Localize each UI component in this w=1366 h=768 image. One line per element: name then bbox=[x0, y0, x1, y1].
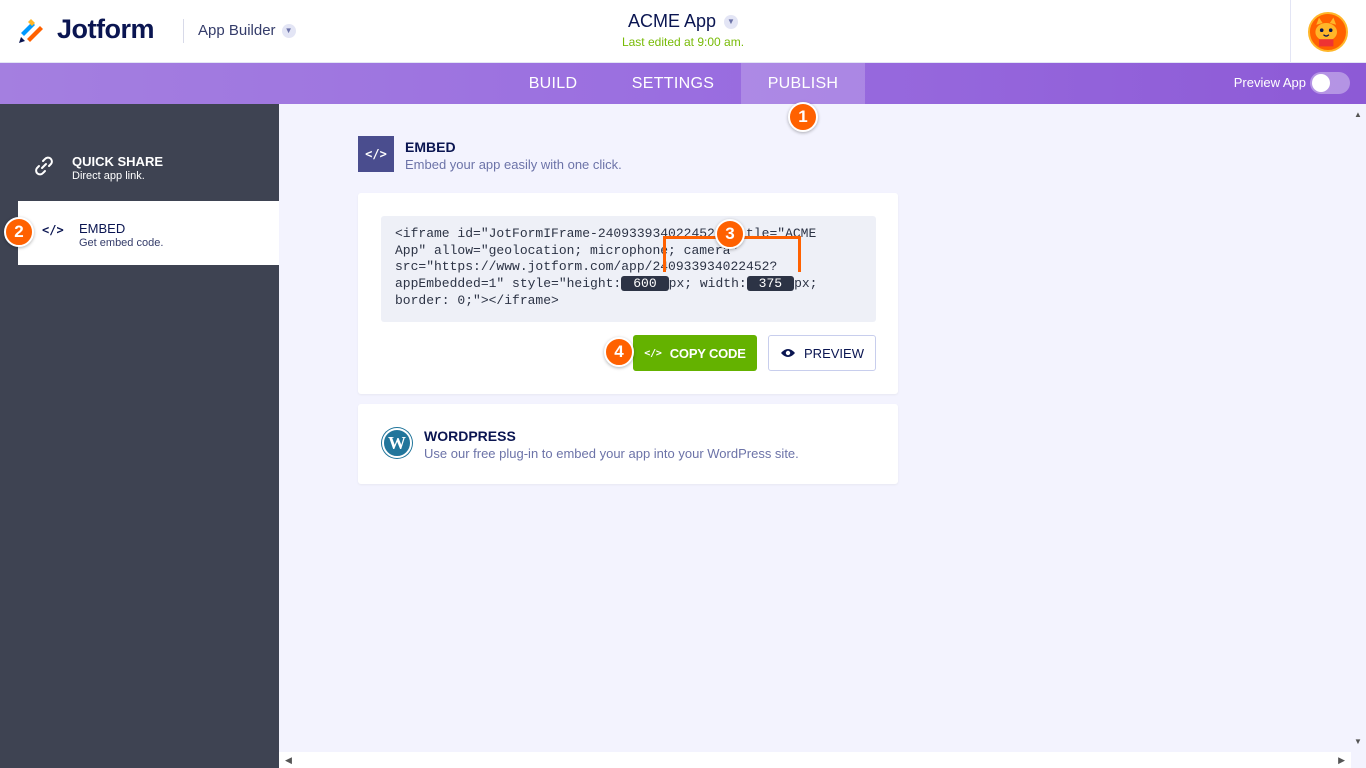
height-input[interactable]: 600 bbox=[621, 276, 669, 292]
sidebar-item-subtitle: Direct app link. bbox=[72, 170, 145, 182]
avatar[interactable] bbox=[1308, 12, 1348, 52]
copy-code-label: COPY CODE bbox=[669, 345, 746, 361]
tab-build[interactable]: BUILD bbox=[512, 63, 594, 104]
app-name: ACME App bbox=[627, 11, 717, 31]
eye-icon bbox=[781, 349, 796, 357]
tab-settings[interactable]: SETTINGS bbox=[618, 63, 728, 104]
app-title-block: ACME App ▼ Last edited at 9:00 am. bbox=[0, 11, 1366, 49]
code-icon: </> bbox=[358, 136, 394, 172]
wordpress-title: WORDPRESS bbox=[424, 428, 516, 444]
section-title: EMBED bbox=[405, 139, 456, 155]
code-line: appEmbedded=1" style="height: 600 px; widt… bbox=[395, 276, 862, 293]
vertical-scrollbar[interactable]: ▲ ▼ bbox=[1351, 104, 1366, 752]
horizontal-scrollbar[interactable]: ◀ ▶ bbox=[279, 752, 1351, 768]
top-header: Jotform App Builder ▼ ACME App ▼ Last ed… bbox=[0, 0, 1366, 63]
sidebar-item-embed[interactable]: </> EMBED Get embed code. bbox=[18, 201, 279, 265]
wordpress-card[interactable]: W WORDPRESS Use our free plug-in to embe… bbox=[358, 404, 898, 484]
wordpress-icon: W bbox=[382, 428, 412, 458]
link-icon bbox=[35, 156, 53, 176]
preview-button[interactable]: PREVIEW bbox=[768, 335, 876, 371]
avatar-area bbox=[1290, 0, 1366, 63]
code-text: px; bbox=[794, 276, 818, 292]
code-icon: </> bbox=[644, 347, 662, 359]
publish-sidebar: QUICK SHARE Direct app link. </> EMBED G… bbox=[0, 104, 279, 768]
code-line: border: 0;"></iframe> bbox=[395, 292, 559, 308]
step-marker-3: 3 bbox=[715, 219, 745, 249]
step-marker-2: 2 bbox=[4, 217, 34, 247]
chevron-down-icon: ▼ bbox=[724, 14, 739, 29]
scroll-up-icon[interactable]: ▲ bbox=[1354, 110, 1362, 119]
avatar-cat-icon bbox=[1310, 14, 1343, 47]
preview-app-toggle[interactable] bbox=[1310, 72, 1350, 94]
scroll-left-icon[interactable]: ◀ bbox=[285, 755, 292, 766]
scroll-right-icon[interactable]: ▶ bbox=[1338, 755, 1345, 766]
code-icon: </> bbox=[42, 223, 64, 237]
sidebar-item-title: QUICK SHARE bbox=[72, 154, 164, 169]
sidebar-item-subtitle: Get embed code. bbox=[79, 237, 164, 249]
copy-code-button[interactable]: </> COPY CODE bbox=[633, 335, 757, 371]
code-text: appEmbedded=1" style="height: bbox=[395, 276, 622, 292]
app-name-dropdown[interactable]: ACME App ▼ bbox=[627, 11, 739, 32]
embed-code-box[interactable]: <iframe id="JotFormIFrame-24093393402245… bbox=[381, 216, 876, 322]
main-nav: BUILD SETTINGS PUBLISH Preview App bbox=[0, 63, 1366, 104]
wordpress-subtitle: Use our free plug-in to embed your app i… bbox=[424, 446, 799, 461]
step-marker-4: 4 bbox=[604, 337, 634, 367]
tab-publish[interactable]: PUBLISH bbox=[741, 63, 865, 104]
sidebar-item-quick-share[interactable]: QUICK SHARE Direct app link. bbox=[18, 134, 279, 198]
last-edited-text: Last edited at 9:00 am. bbox=[621, 35, 745, 49]
scroll-down-icon[interactable]: ▼ bbox=[1354, 737, 1362, 746]
main-content: </> EMBED Embed your app easily with one… bbox=[279, 104, 1351, 752]
preview-label: PREVIEW bbox=[804, 345, 864, 361]
preview-app-label: Preview App bbox=[1233, 75, 1306, 90]
toggle-knob bbox=[1312, 74, 1330, 92]
code-text: px; width: bbox=[668, 276, 747, 292]
step-marker-1: 1 bbox=[788, 102, 818, 132]
section-subtitle: Embed your app easily with one click. bbox=[405, 157, 622, 172]
width-input[interactable]: 375 bbox=[746, 276, 795, 292]
sidebar-item-title: EMBED bbox=[79, 221, 126, 236]
